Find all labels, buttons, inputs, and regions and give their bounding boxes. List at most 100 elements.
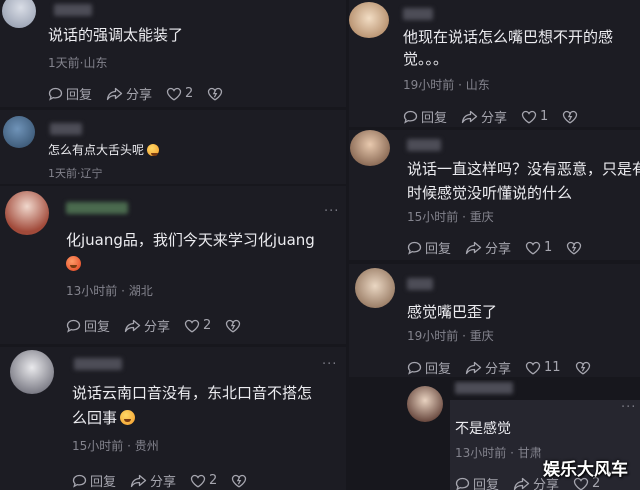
- username-blurred[interactable]: [74, 358, 122, 370]
- share-button[interactable]: 分享: [106, 84, 152, 103]
- avatar[interactable]: [5, 191, 49, 235]
- avatar[interactable]: [355, 268, 395, 308]
- like-count: 1: [544, 240, 553, 255]
- comment-location: 重庆: [469, 210, 494, 224]
- more-icon[interactable]: ···: [322, 357, 337, 372]
- comment-card: ··· 化juang品，我们今天来学习化juang 13小时前 · 湖北 回复 …: [0, 186, 346, 344]
- dislike-icon: [232, 474, 247, 488]
- comment-card: 说话的强调太能装了 1天前·山东 回复 分享 2: [0, 0, 346, 107]
- comment-text: 时候感觉没听懂说的什么: [407, 184, 573, 202]
- comment-text: 化juang品，我们今天来学习化juang: [66, 231, 315, 249]
- comment-actions: 回复 分享 2: [72, 471, 247, 490]
- share-icon: [465, 241, 482, 254]
- dislike-button[interactable]: [225, 319, 241, 333]
- like-button[interactable]: 1: [521, 109, 548, 124]
- share-label: 分享: [481, 111, 508, 126]
- reply-label: 回复: [90, 475, 117, 490]
- dislike-button[interactable]: [207, 87, 223, 101]
- reply-icon: [407, 361, 422, 375]
- laughing-emoji-icon: [120, 410, 136, 425]
- share-button[interactable]: 分享: [461, 107, 507, 126]
- comment-time: 15小时前: [72, 439, 124, 453]
- comment-location: 辽宁: [80, 167, 103, 180]
- comment-actions: 回复 分享 2: [66, 316, 241, 335]
- reply-button[interactable]: 回复: [407, 358, 451, 377]
- comment-location: 贵州: [134, 439, 159, 453]
- comment-text: 不是感觉: [455, 421, 511, 437]
- reply-card: ··· 不是感觉 13小时前 · 甘肃 回复 分享 2 娱乐大风车: [349, 380, 640, 490]
- dislike-icon: [226, 319, 241, 333]
- reply-button[interactable]: 回复: [72, 471, 116, 490]
- comment-actions: 回复 分享 1: [407, 238, 582, 257]
- share-button[interactable]: 分享: [465, 358, 511, 377]
- dislike-icon: [575, 361, 590, 375]
- username-blurred[interactable]: [54, 4, 92, 16]
- comment-time: 19小时前: [407, 329, 459, 343]
- avatar[interactable]: [407, 386, 443, 422]
- like-button[interactable]: 2: [190, 473, 217, 488]
- share-icon: [106, 87, 123, 100]
- avatar[interactable]: [350, 130, 390, 166]
- comment-actions: 回复 分享 2: [48, 84, 223, 103]
- username-blurred[interactable]: [407, 278, 433, 290]
- share-button[interactable]: 分享: [124, 316, 170, 335]
- reply-button[interactable]: 回复: [403, 107, 447, 126]
- share-icon: [465, 361, 482, 374]
- share-icon: [124, 319, 141, 332]
- comment-meta: 19小时前 · 山东: [403, 78, 490, 92]
- username-blurred[interactable]: [66, 202, 128, 214]
- avatar[interactable]: [3, 116, 35, 148]
- comment-text: 怎么有点大舌头呢: [48, 140, 160, 160]
- avatar[interactable]: [349, 2, 389, 38]
- comment-meta: 15小时前 · 重庆: [407, 210, 494, 224]
- like-button[interactable]: 2: [166, 86, 193, 101]
- username-blurred[interactable]: [403, 8, 433, 20]
- comment-location: 重庆: [469, 329, 494, 343]
- like-count: 2: [203, 318, 212, 333]
- share-icon: [461, 110, 478, 123]
- like-button[interactable]: 11: [525, 360, 561, 375]
- reply-button[interactable]: 回复: [66, 316, 110, 335]
- comment-text: 觉。。。: [403, 50, 449, 68]
- reply-button[interactable]: 回复: [407, 238, 451, 257]
- share-button[interactable]: 分享: [130, 471, 176, 490]
- like-icon: [525, 361, 541, 375]
- comment-text: 感觉嘴巴歪了: [407, 303, 498, 321]
- comment-time: 1天前: [48, 56, 80, 70]
- reply-label: 回复: [473, 478, 500, 490]
- reply-button[interactable]: 回复: [455, 474, 499, 490]
- username-blurred[interactable]: [50, 123, 82, 135]
- like-button[interactable]: 2: [184, 318, 211, 333]
- like-count: 1: [540, 109, 549, 124]
- more-icon[interactable]: ···: [621, 400, 636, 415]
- more-icon[interactable]: ···: [324, 204, 339, 219]
- like-button[interactable]: 1: [525, 240, 552, 255]
- like-count: 2: [209, 473, 218, 488]
- share-button[interactable]: 分享: [465, 238, 511, 257]
- comment-text: 说话一直这样吗？没有恶意，只是有: [407, 160, 640, 178]
- comment-time: 19小时前: [403, 78, 455, 92]
- like-icon: [166, 87, 182, 101]
- dislike-button[interactable]: [566, 241, 582, 255]
- dislike-button[interactable]: [562, 110, 578, 124]
- comment-time: 15小时前: [407, 210, 459, 224]
- avatar[interactable]: [2, 0, 36, 28]
- reply-button[interactable]: 回复: [48, 84, 92, 103]
- username-blurred[interactable]: [455, 382, 513, 394]
- dislike-icon: [563, 110, 578, 124]
- avatar[interactable]: [10, 350, 54, 394]
- comment-time: 13小时前: [66, 284, 118, 298]
- reply-icon: [455, 477, 470, 490]
- dislike-button[interactable]: [231, 474, 247, 488]
- comment-location: 山东: [465, 78, 490, 92]
- username-blurred[interactable]: [407, 139, 441, 151]
- reply-label: 回复: [421, 111, 448, 126]
- comment-text: 么回事: [72, 406, 136, 431]
- comment-location: 甘肃: [517, 446, 542, 460]
- comment-location: 湖北: [128, 284, 153, 298]
- comment-card: 感觉嘴巴歪了 19小时前 · 重庆 回复 分享 11: [349, 264, 640, 377]
- dislike-button[interactable]: [575, 361, 591, 375]
- reply-label: 回复: [425, 362, 452, 377]
- reply-icon: [72, 474, 87, 488]
- comment-meta: 1天前·山东: [48, 56, 108, 70]
